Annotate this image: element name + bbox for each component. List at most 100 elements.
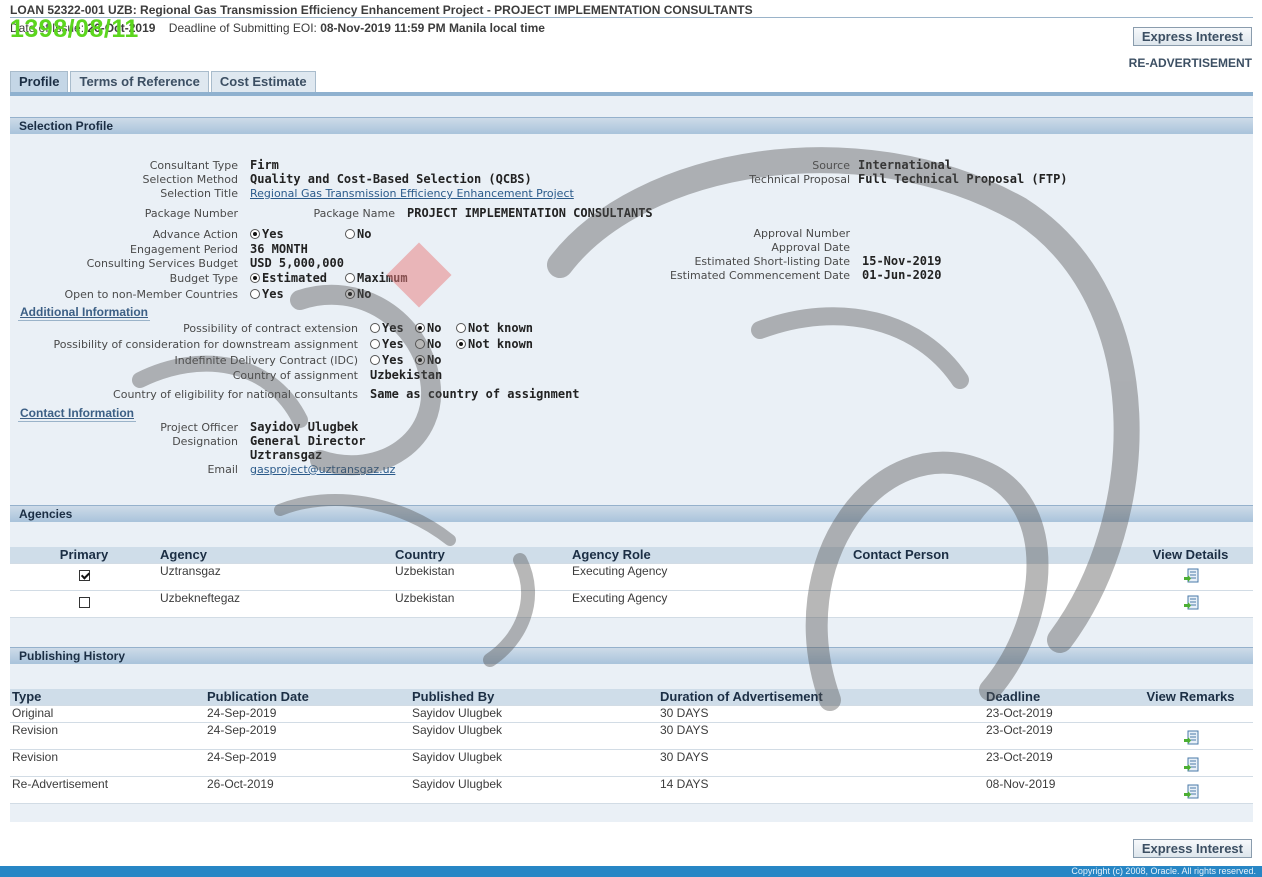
engagement-period-label: Engagement Period xyxy=(130,243,238,256)
designation-org-value: Uztransgaz xyxy=(250,448,323,462)
express-interest-button-top[interactable]: Express Interest xyxy=(1132,27,1252,46)
primary-cell xyxy=(10,590,158,618)
view-details-icon[interactable] xyxy=(1183,568,1199,584)
duration-cell: 30 DAYS xyxy=(658,722,984,750)
radio-icon[interactable] xyxy=(345,273,355,283)
downstream-yes[interactable]: Yes xyxy=(370,337,404,351)
publishing-history-table: Type Publication Date Published By Durat… xyxy=(10,689,1253,804)
radio-icon[interactable] xyxy=(370,355,380,365)
budget-value: USD 5,000,000 xyxy=(250,256,344,270)
subheading-divider xyxy=(18,320,150,321)
primary-checkbox[interactable] xyxy=(78,597,90,608)
view-remarks-icon[interactable] xyxy=(1183,730,1199,746)
advance-action-yes[interactable]: Yes xyxy=(250,227,284,241)
tab-profile[interactable]: Profile xyxy=(10,71,69,93)
view-remarks-cell xyxy=(1128,749,1253,777)
radio-icon[interactable] xyxy=(456,339,466,349)
budget-type-label: Budget Type xyxy=(169,272,238,285)
country-cell: Uzbekistan xyxy=(393,590,570,618)
contract-extension-yes[interactable]: Yes xyxy=(370,321,404,335)
idc-no[interactable]: No xyxy=(415,353,441,367)
project-officer-value: Sayidov Ulugbek xyxy=(250,420,359,434)
column-header: Published By xyxy=(410,689,658,706)
tab-cost-estimate[interactable]: Cost Estimate xyxy=(210,71,316,93)
agency-cell: Uztransgaz xyxy=(158,563,393,591)
contract-extension-not-known[interactable]: Not known xyxy=(456,321,533,335)
country-assignment-value: Uzbekistan xyxy=(370,368,443,382)
approval-date-label: Approval Date xyxy=(771,241,850,254)
email-link[interactable]: gasproject@uztransgaz.uz xyxy=(250,463,395,476)
radio-icon[interactable] xyxy=(370,323,380,333)
express-interest-button-bottom[interactable]: Express Interest xyxy=(1132,839,1252,858)
package-name-label: Package Name xyxy=(313,207,395,220)
view-remarks-cell xyxy=(1128,705,1253,723)
column-header: Publication Date xyxy=(205,689,410,706)
non-member-no[interactable]: No xyxy=(345,287,371,301)
selection-title-link[interactable]: Regional Gas Transmission Efficiency Enh… xyxy=(250,187,574,200)
advance-action-no[interactable]: No xyxy=(345,227,371,241)
published-by-cell: Sayidov Ulugbek xyxy=(410,749,658,777)
radio-icon[interactable] xyxy=(456,323,466,333)
table-header-row: Primary Agency Country Agency Role Conta… xyxy=(10,547,1253,564)
radio-icon[interactable] xyxy=(370,339,380,349)
column-header: Contact Person xyxy=(851,547,1128,564)
radio-icon[interactable] xyxy=(250,289,260,299)
column-header: Country xyxy=(393,547,570,564)
deadline-cell: 23-Oct-2019 xyxy=(984,722,1128,750)
radio-icon[interactable] xyxy=(415,339,425,349)
radio-icon[interactable] xyxy=(345,229,355,239)
view-details-cell xyxy=(1128,563,1253,591)
contact-information-link[interactable]: Contact Information xyxy=(20,406,134,420)
downstream-not-known[interactable]: Not known xyxy=(456,337,533,351)
primary-checkbox[interactable] xyxy=(78,570,90,581)
view-details-icon[interactable] xyxy=(1183,595,1199,611)
view-remarks-cell xyxy=(1128,722,1253,750)
selection-title-label: Selection Title xyxy=(160,187,238,200)
column-header: Agency Role xyxy=(570,547,851,564)
idc-yes[interactable]: Yes xyxy=(370,353,404,367)
commencement-date-value: 01-Jun-2020 xyxy=(862,268,942,282)
radio-icon[interactable] xyxy=(415,355,425,365)
downstream-no[interactable]: No xyxy=(415,337,441,351)
radio-icon[interactable] xyxy=(345,289,355,299)
date-cell: 26-Oct-2019 xyxy=(205,776,410,804)
table-row: Uztransgaz Uzbekistan Executing Agency xyxy=(10,563,1253,591)
shortlisting-date-value: 15-Nov-2019 xyxy=(862,254,942,268)
agency-cell: Uzbekneftegaz xyxy=(158,590,393,618)
view-details-cell xyxy=(1128,590,1253,618)
footer-bar: Copyright (c) 2008, Oracle. All rights r… xyxy=(0,866,1262,877)
selection-method-value: Quality and Cost-Based Selection (QCBS) xyxy=(250,172,532,186)
contract-extension-no[interactable]: No xyxy=(415,321,441,335)
non-member-yes[interactable]: Yes xyxy=(250,287,284,301)
table-row: Uzbekneftegaz Uzbekistan Executing Agenc… xyxy=(10,590,1253,618)
date-cell: 24-Sep-2019 xyxy=(205,749,410,777)
engagement-period-value: 36 MONTH xyxy=(250,242,308,256)
budget-type-maximum[interactable]: Maximum xyxy=(345,271,408,285)
primary-cell xyxy=(10,563,158,591)
table-row: Revision 24-Sep-2019 Sayidov Ulugbek 30 … xyxy=(10,722,1253,750)
additional-information-link[interactable]: Additional Information xyxy=(20,305,148,319)
commencement-date-label: Estimated Commencement Date xyxy=(669,269,850,282)
table-row: Revision 24-Sep-2019 Sayidov Ulugbek 30 … xyxy=(10,749,1253,777)
deadline-cell: 23-Oct-2019 xyxy=(984,705,1128,723)
subheading-divider xyxy=(18,421,136,422)
duration-cell: 14 DAYS xyxy=(658,776,984,804)
header-divider xyxy=(10,17,1253,18)
type-cell: Original xyxy=(10,705,205,723)
shortlisting-date-label: Estimated Short-listing Date xyxy=(694,255,850,268)
duration-cell: 30 DAYS xyxy=(658,749,984,777)
type-cell: Re-Advertisement xyxy=(10,776,205,804)
tab-terms-of-reference[interactable]: Terms of Reference xyxy=(70,71,209,93)
view-remarks-icon[interactable] xyxy=(1183,757,1199,773)
budget-type-estimated[interactable]: Estimated xyxy=(250,271,327,285)
date-cell: 24-Sep-2019 xyxy=(205,705,410,723)
duration-cell: 30 DAYS xyxy=(658,705,984,723)
radio-icon[interactable] xyxy=(250,229,260,239)
deadline-value: 08-Nov-2019 11:59 PM Manila local time xyxy=(320,21,545,35)
radio-icon[interactable] xyxy=(415,323,425,333)
date-stamp: 1398/08/11 xyxy=(10,15,139,43)
selection-method-label: Selection Method xyxy=(142,173,238,186)
view-remarks-icon[interactable] xyxy=(1183,784,1199,800)
radio-icon[interactable] xyxy=(250,273,260,283)
role-cell: Executing Agency xyxy=(570,563,851,591)
